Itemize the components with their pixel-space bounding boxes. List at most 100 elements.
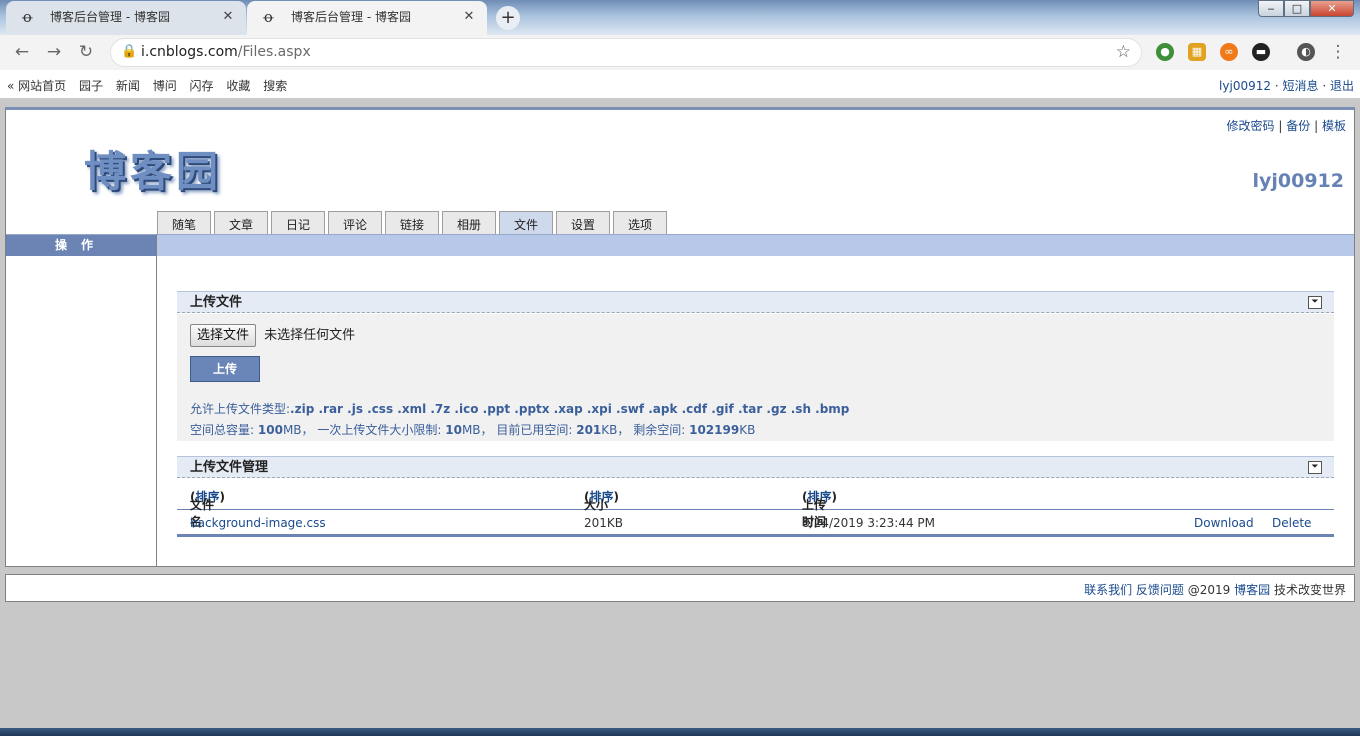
delete-link[interactable]: Delete xyxy=(1272,516,1311,530)
tab-articles[interactable]: 文章 xyxy=(214,211,268,236)
table-row: background-image.css 201KB 8/24/2019 3:2… xyxy=(177,510,1334,537)
quota-used-label: 目前已用空间: xyxy=(496,423,573,437)
col-upload-time: 上传时间 (排序) xyxy=(802,490,837,529)
copyright: @2019 xyxy=(1187,583,1231,597)
url-text: i.cnblogs.com/Files.aspx xyxy=(141,44,311,60)
site-link-flash[interactable]: 闪存 xyxy=(190,79,214,93)
tab-links[interactable]: 链接 xyxy=(385,211,439,236)
quota-free-value: 102199 xyxy=(689,423,740,437)
site-link-garden[interactable]: 园子 xyxy=(79,79,103,93)
col-size: 大小 (排序) xyxy=(584,490,619,512)
file-table: 文件名 (排序) 大小 (排序) 上传时间 (排序) background-image… xyxy=(177,480,1334,537)
minimize-button[interactable]: ‒ xyxy=(1258,0,1284,17)
cnblogs-icon: ꝋ xyxy=(22,8,33,26)
site-link-favorites[interactable]: 收藏 xyxy=(226,79,250,93)
quota-free-unit: KB xyxy=(739,423,756,437)
tab-diary[interactable]: 日记 xyxy=(271,211,325,236)
blog-username[interactable]: lyj00912 xyxy=(1252,170,1344,192)
reload-button[interactable]: ↻ xyxy=(74,41,98,65)
site-link-search[interactable]: 搜索 xyxy=(263,79,287,93)
sidebar-divider xyxy=(156,234,157,567)
quota-used-unit: KB， xyxy=(601,423,630,437)
site-top-bar: « 网站首页 园子 新闻 博问 闪存 收藏 搜索 lyj00912 · 短消息 … xyxy=(0,70,1360,99)
site-logo[interactable]: 博客园 xyxy=(84,138,222,199)
file-name-link[interactable]: background-image.css xyxy=(190,516,326,530)
quota-info: 空间总容量: 100MB， 一次上传文件大小限制: 10MB， 目前已用空间: … xyxy=(190,421,755,438)
admin-panel: 修改密码 | 备份 | 模板 博客园 lyj00912 随笔 文章 日记 评论 … xyxy=(5,107,1355,567)
quota-free-label: 剩余空间: xyxy=(633,423,686,437)
upload-section-header: 上传文件 ⏷ xyxy=(177,291,1334,313)
file-picker: 选择文件 未选择任何文件 xyxy=(190,324,355,347)
close-window-button[interactable]: ✕ xyxy=(1310,0,1354,17)
no-file-text: 未选择任何文件 xyxy=(264,328,356,343)
tab-options[interactable]: 选项 xyxy=(613,211,667,236)
browser-tab-2[interactable]: ꝋ 博客后台管理 - 博客园 ✕ xyxy=(247,1,487,35)
allowed-types-value: .zip .rar .js .css .xml .7z .ico .ppt .p… xyxy=(290,402,850,416)
file-size: 201KB xyxy=(584,516,624,530)
close-icon[interactable]: ✕ xyxy=(220,9,236,25)
change-password-link[interactable]: 修改密码 xyxy=(1227,119,1275,133)
window-controls: ‒ □ ✕ xyxy=(1258,0,1354,18)
forward-button[interactable]: → xyxy=(42,41,66,65)
user-link[interactable]: lyj00912 xyxy=(1219,79,1271,93)
separator: | xyxy=(1314,119,1319,133)
site-home-link[interactable]: 博客园 xyxy=(1234,583,1270,597)
sidebar-title: 操作 xyxy=(6,235,156,256)
quota-single-label: 一次上传文件大小限制: xyxy=(317,423,442,437)
lock-icon: 🔒 xyxy=(121,44,138,59)
backup-link[interactable]: 备份 xyxy=(1286,119,1310,133)
collapse-icon[interactable]: ⏷ xyxy=(1308,461,1322,474)
messages-link[interactable]: 短消息 xyxy=(1282,79,1318,93)
separator: · xyxy=(1322,79,1327,93)
tab-posts[interactable]: 随笔 xyxy=(157,211,211,236)
close-icon[interactable]: ✕ xyxy=(461,9,477,25)
tab-title: 博客后台管理 - 博客园 xyxy=(291,10,411,24)
browser-toolbar: ← → ↻ 🔒 i.cnblogs.com/Files.aspx ☆ ● ▦ ∞… xyxy=(0,35,1360,70)
quota-single-value: 10 xyxy=(445,423,462,437)
download-link[interactable]: Download xyxy=(1194,516,1254,530)
files-section-title: 上传文件管理 xyxy=(190,460,269,475)
file-upload-time: 8/24/2019 3:23:44 PM xyxy=(802,516,936,530)
feedback-link[interactable]: 反馈问题 xyxy=(1136,583,1184,597)
site-nav: « 网站首页 园子 新闻 博问 闪存 收藏 搜索 xyxy=(7,77,296,94)
extension-globe-icon[interactable]: ● xyxy=(1156,43,1174,61)
site-link-questions[interactable]: 博问 xyxy=(153,79,177,93)
tab-comments[interactable]: 评论 xyxy=(328,211,382,236)
col-filename: 文件名 (排序) xyxy=(190,490,225,529)
extension-color-icon[interactable]: ▦ xyxy=(1188,43,1206,61)
choose-file-button[interactable]: 选择文件 xyxy=(190,324,257,347)
files-section-header: 上传文件管理 ⏷ xyxy=(177,456,1334,478)
tab-albums[interactable]: 相册 xyxy=(442,211,496,236)
browser-tabstrip: ꝋ 博客后台管理 - 博客园 ✕ ꝋ 博客后台管理 - 博客园 ✕ + ‒ □ … xyxy=(0,0,1360,35)
footer-links: 联系我们 反馈问题 @2019 博客园 技术改变世界 xyxy=(1084,581,1346,598)
new-tab-button[interactable]: + xyxy=(496,6,520,30)
cnblogs-icon: ꝋ xyxy=(263,8,274,26)
site-link-home[interactable]: 网站首页 xyxy=(18,79,66,93)
back-button[interactable]: ← xyxy=(10,41,34,65)
tab-files[interactable]: 文件 xyxy=(499,211,553,236)
menu-icon[interactable]: ⋮ xyxy=(1326,41,1350,65)
tab-settings[interactable]: 设置 xyxy=(556,211,610,236)
site-link-news[interactable]: 新闻 xyxy=(116,79,140,93)
header-links: 修改密码 | 备份 | 模板 xyxy=(1227,117,1346,134)
extension-infinity-icon[interactable]: ∞ xyxy=(1220,43,1238,61)
upload-section-body: 选择文件 未选择任何文件 上传 允许上传文件类型:.zip .rar .js .… xyxy=(177,314,1334,441)
separator: | xyxy=(1278,119,1283,133)
profile-avatar[interactable]: ◐ xyxy=(1297,43,1315,61)
admin-nav-tabs: 随笔 文章 日记 评论 链接 相册 文件 设置 选项 xyxy=(157,211,670,236)
slogan: 技术改变世界 xyxy=(1273,583,1346,597)
tab-title: 博客后台管理 - 博客园 xyxy=(50,10,170,24)
collapse-icon[interactable]: ⏷ xyxy=(1308,296,1322,309)
table-header: 文件名 (排序) 大小 (排序) 上传时间 (排序) xyxy=(177,480,1334,529)
upload-button[interactable]: 上传 xyxy=(190,356,260,382)
maximize-button[interactable]: □ xyxy=(1284,0,1310,17)
quota-used-value: 201 xyxy=(576,423,602,437)
logout-link[interactable]: 退出 xyxy=(1330,79,1354,93)
template-link[interactable]: 模板 xyxy=(1322,119,1346,133)
browser-tab-1[interactable]: ꝋ 博客后台管理 - 博客园 ✕ xyxy=(6,1,246,35)
extension-incognito-icon[interactable]: ▬ xyxy=(1252,43,1270,61)
contact-link[interactable]: 联系我们 xyxy=(1084,583,1132,597)
address-bar[interactable]: 🔒 i.cnblogs.com/Files.aspx ☆ xyxy=(110,38,1142,67)
bookmark-star-icon[interactable]: ☆ xyxy=(1116,42,1131,62)
quota-total-unit: MB， xyxy=(282,423,314,437)
